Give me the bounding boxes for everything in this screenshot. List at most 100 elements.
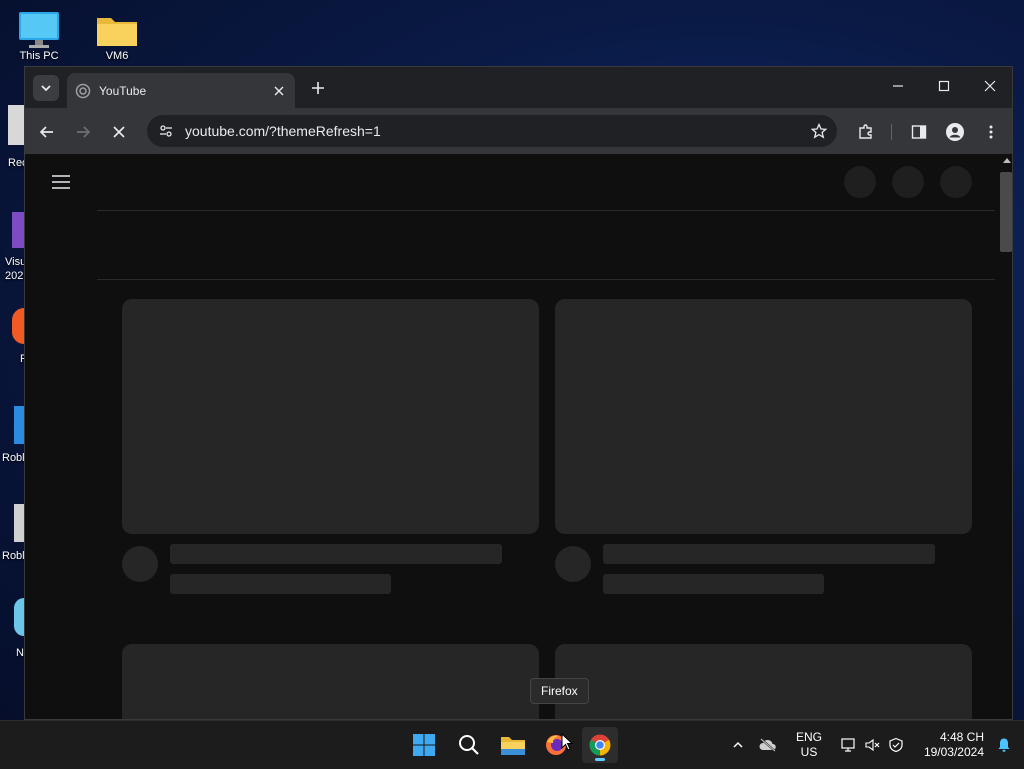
network-button[interactable] — [836, 737, 860, 753]
skeleton-header-button — [940, 166, 972, 198]
toolbar-separator — [891, 124, 892, 140]
roblox-icon[interactable] — [14, 504, 24, 542]
volume-button[interactable] — [860, 737, 884, 753]
onedrive-button[interactable] — [748, 738, 788, 752]
skeleton-channel-avatar — [555, 546, 591, 582]
loading-favicon-icon — [75, 83, 91, 98]
back-button[interactable] — [33, 118, 61, 146]
system-tray: ENG US 4:48 CH 19/03/2024 — [728, 721, 1018, 769]
maximize-icon — [938, 80, 950, 92]
tune-icon — [160, 125, 172, 137]
chrome-icon — [589, 734, 611, 756]
skeleton-header-button — [844, 166, 876, 198]
plus-icon — [312, 82, 324, 94]
close-icon — [984, 80, 996, 92]
active-app-indicator — [595, 758, 605, 761]
start-button[interactable] — [406, 727, 442, 763]
minimize-button[interactable] — [875, 67, 921, 105]
shield-icon — [889, 737, 903, 753]
file-explorer-button[interactable] — [495, 727, 531, 763]
tab-title: YouTube — [99, 83, 147, 98]
windows-logo-icon — [413, 734, 435, 756]
taskbar: ENG US 4:48 CH 19/03/2024 — [0, 720, 1024, 769]
forward-button[interactable] — [69, 118, 97, 146]
url-text[interactable]: youtube.com/?themeRefresh=1 — [185, 123, 805, 139]
desktop-clipped-label: 202 — [5, 270, 24, 282]
clock[interactable]: 4:48 CH 19/03/2024 — [920, 730, 984, 760]
search-button[interactable] — [451, 727, 487, 763]
profile-button[interactable] — [941, 118, 969, 146]
desktop-icon-label: VM6 — [105, 50, 129, 62]
app-icon-partial[interactable] — [14, 598, 24, 636]
notifications-button[interactable] — [990, 737, 1018, 753]
side-panel-button[interactable] — [905, 118, 933, 146]
more-vertical-icon — [989, 125, 993, 139]
skeleton-video-thumbnail — [122, 644, 539, 719]
skeleton-title-line — [603, 544, 935, 564]
security-button[interactable] — [884, 737, 908, 753]
language-indicator[interactable]: ENG US — [790, 730, 828, 760]
chips-divider — [97, 279, 995, 280]
taskbar-tooltip: Firefox — [530, 678, 589, 704]
monitor-icon — [17, 10, 61, 48]
skeleton-title-line — [170, 544, 502, 564]
scrollbar[interactable] — [998, 154, 1012, 719]
desktop-clipped-label: N — [16, 647, 24, 659]
close-window-button[interactable] — [967, 67, 1012, 105]
show-hidden-icons-button[interactable] — [728, 739, 748, 751]
extensions-button[interactable] — [852, 118, 880, 146]
clock-time: 4:48 CH — [939, 730, 984, 744]
keyboard-layout: US — [800, 745, 818, 759]
browser-window: YouTube youtube.com/?themeRefresh=1 — [24, 66, 1013, 720]
new-tab-button[interactable] — [307, 77, 329, 99]
desktop-clipped-label: Robl — [2, 452, 25, 464]
title-bar: YouTube — [25, 67, 1012, 108]
address-bar[interactable]: youtube.com/?themeRefresh=1 — [147, 115, 837, 147]
skeleton-header-button — [892, 166, 924, 198]
network-icon — [841, 738, 855, 752]
browser-toolbar: youtube.com/?themeRefresh=1 — [25, 108, 1012, 154]
page-content — [25, 154, 1012, 719]
arrow-left-icon — [39, 126, 53, 138]
tab-close-button[interactable] — [269, 81, 289, 101]
language-code: ENG — [795, 730, 822, 744]
menu-button[interactable] — [977, 118, 1005, 146]
stop-loading-button[interactable] — [105, 118, 133, 146]
close-icon — [113, 126, 125, 138]
folder-icon — [501, 737, 525, 755]
scroll-up-arrow[interactable] — [1003, 158, 1011, 163]
desktop-clipped-label: Robl — [2, 550, 25, 562]
scrollbar-thumb[interactable] — [1000, 172, 1012, 252]
skeleton-video-thumbnail — [555, 299, 972, 534]
close-icon — [274, 86, 284, 95]
chrome-taskbar-button[interactable] — [582, 727, 618, 763]
roblox-studio-icon[interactable] — [14, 406, 24, 444]
minimize-icon — [893, 85, 903, 87]
maximize-button[interactable] — [921, 67, 967, 105]
star-icon — [811, 123, 827, 139]
skeleton-meta-line — [170, 574, 391, 594]
desktop-icon-vm6[interactable]: VM6 — [81, 10, 153, 62]
account-icon — [946, 123, 964, 141]
desktop-icon-label: This PC — [19, 50, 59, 62]
desktop-icon-partial[interactable] — [8, 105, 24, 145]
side-panel-icon — [911, 125, 927, 139]
chevron-up-icon — [733, 741, 743, 748]
cloud-offline-icon — [759, 738, 776, 752]
hamburger-menu-button[interactable] — [51, 172, 71, 192]
skeleton-channel-avatar — [122, 546, 158, 582]
bookmark-button[interactable] — [805, 117, 833, 145]
skeleton-meta-line — [603, 574, 824, 594]
menu-icon — [52, 175, 70, 189]
arrow-right-icon — [77, 126, 91, 138]
tab-search-button[interactable] — [33, 75, 59, 101]
visual-studio-icon[interactable] — [12, 212, 24, 248]
site-info-button[interactable] — [155, 120, 177, 142]
header-divider — [97, 210, 995, 211]
tab-youtube[interactable]: YouTube — [67, 73, 295, 108]
desktop-icon-this-pc[interactable]: This PC — [3, 10, 75, 62]
firefox-desktop-icon[interactable] — [12, 308, 24, 344]
skeleton-video-thumbnail — [555, 644, 972, 719]
puzzle-icon — [859, 124, 872, 139]
clock-date: 19/03/2024 — [923, 745, 984, 759]
